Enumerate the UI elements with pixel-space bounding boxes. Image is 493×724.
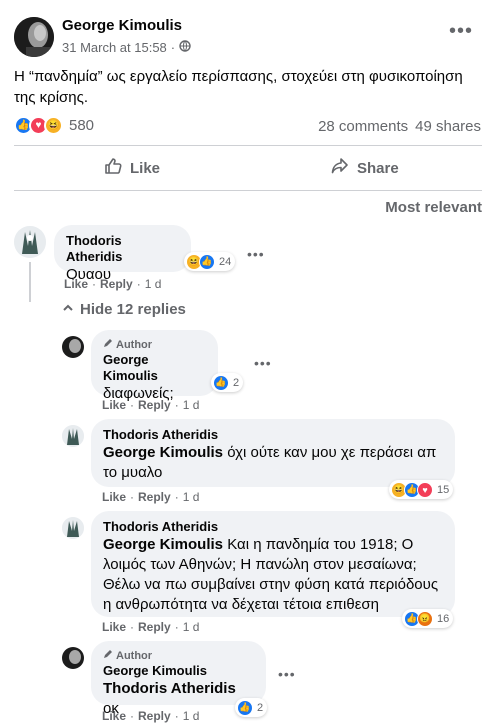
comment-bubble: Thodoris Atheridis George Kimoulis όχι ο… [91, 419, 455, 487]
divider [14, 190, 482, 191]
comment-like-button[interactable]: Like [102, 709, 126, 723]
like-thumb-icon [104, 157, 122, 179]
comment-reaction-count: 2 [233, 376, 240, 389]
share-arrow-icon [331, 157, 349, 179]
comment-reply-button[interactable]: Reply [138, 398, 171, 412]
pencil-icon [103, 649, 113, 663]
comment-reply-button[interactable]: Reply [138, 620, 171, 634]
comment-bubble: Author George Kimoulis διαφωνείς; [91, 330, 218, 402]
author-tag: Author [103, 338, 206, 352]
shares-count[interactable]: 49 shares [415, 118, 481, 135]
post-date[interactable]: 31 March at 15:58 [62, 40, 167, 55]
thread-line [29, 262, 31, 302]
comment-text: George Kimoulis Και η πανδημία του 1918;… [103, 535, 443, 615]
commenter-name[interactable]: George Kimoulis [103, 352, 206, 384]
divider [14, 145, 482, 146]
haha-reaction-icon: 😆 [44, 116, 63, 135]
chevron-up-icon [62, 301, 74, 318]
comment-time[interactable]: 1 d [183, 709, 200, 723]
like-button[interactable]: Like [104, 154, 160, 182]
post-stats: 28 comments 49 shares [318, 118, 481, 135]
comment-reaction-count: 24 [219, 255, 232, 268]
comment-reactions[interactable]: 😆 👍 ♥ 15 [389, 480, 454, 499]
commenter-avatar[interactable] [62, 425, 84, 447]
comment-actions: Like · Reply · 1 d [64, 277, 162, 291]
commenter-avatar[interactable] [62, 336, 84, 358]
comment-bubble: Author George Kimoulis Thodoris Atheridi… [91, 641, 266, 717]
like-reaction-icon: 👍 [213, 374, 229, 391]
more-dots-icon[interactable]: ••• [247, 247, 265, 261]
comment-actions: Like · Reply · 1 d [102, 620, 200, 634]
more-dots-icon[interactable]: ••• [449, 21, 473, 41]
comment-reaction-count: 16 [437, 612, 450, 625]
commenter-name[interactable]: George Kimoulis [103, 663, 254, 679]
pencil-icon [103, 338, 113, 352]
like-label: Like [130, 159, 161, 177]
commenter-name[interactable]: Thodoris Atheridis [103, 519, 443, 535]
mention[interactable]: George Kimoulis [103, 536, 223, 553]
comment-reactions[interactable]: 👍 2 [211, 373, 244, 392]
comment-reply-button[interactable]: Reply [138, 709, 171, 723]
hide-replies-label: Hide 12 replies [80, 301, 186, 318]
meta-separator: · [170, 40, 176, 55]
comment-like-button[interactable]: Like [102, 620, 126, 634]
love-reaction-icon: ♥ [417, 481, 433, 498]
share-label: Share [357, 159, 399, 177]
sort-comments-button[interactable]: Most relevant [385, 199, 482, 216]
comment-reaction-count: 2 [257, 701, 264, 714]
comment-reactions[interactable]: 👍 😠 16 [402, 609, 454, 628]
comment-reactions[interactable]: 😆 👍 24 [184, 252, 236, 271]
mention[interactable]: George Kimoulis [103, 444, 223, 461]
comment-reply-button[interactable]: Reply [100, 277, 133, 291]
comment-reaction-count: 15 [437, 483, 450, 496]
comments-count[interactable]: 28 comments [318, 118, 408, 135]
hide-replies-button[interactable]: Hide 12 replies [62, 301, 186, 318]
commenter-avatar[interactable] [62, 647, 84, 669]
comment-reactions[interactable]: 👍 2 [235, 698, 268, 717]
post-author-avatar[interactable] [14, 17, 54, 57]
comment-actions: Like · Reply · 1 d [102, 398, 200, 412]
share-button[interactable]: Share [331, 154, 399, 182]
comment-like-button[interactable]: Like [64, 277, 88, 291]
comment-time[interactable]: 1 d [145, 277, 162, 291]
comment-time[interactable]: 1 d [183, 620, 200, 634]
comment-reply-button[interactable]: Reply [138, 490, 171, 504]
more-dots-icon[interactable]: ••• [254, 356, 272, 370]
comment-like-button[interactable]: Like [102, 490, 126, 504]
author-tag-label: Author [116, 339, 153, 351]
comment-actions: Like · Reply · 1 d [102, 709, 200, 723]
comment-actions: Like · Reply · 1 d [102, 490, 200, 504]
reaction-count: 580 [69, 117, 95, 134]
comment-time[interactable]: 1 d [183, 398, 200, 412]
post-reactions[interactable]: 👍 ♥ 😆 580 [14, 116, 94, 135]
comment-like-button[interactable]: Like [102, 398, 126, 412]
comment-bubble: Thodoris Atheridis Ουαου [54, 225, 191, 283]
commenter-avatar[interactable] [14, 226, 46, 258]
author-tag-label: Author [116, 650, 153, 662]
commenter-name[interactable]: Thodoris Atheridis [66, 233, 179, 265]
comment-time[interactable]: 1 d [183, 490, 200, 504]
angry-reaction-icon: 😠 [417, 610, 433, 627]
post-author-name[interactable]: George Kimoulis [62, 17, 182, 34]
mention[interactable]: Thodoris Atheridis [103, 680, 236, 697]
commenter-avatar[interactable] [62, 517, 84, 539]
post-meta: 31 March at 15:58 · [62, 40, 191, 55]
more-dots-icon[interactable]: ••• [278, 667, 296, 681]
commenter-name[interactable]: Thodoris Atheridis [103, 427, 443, 443]
comment-text: George Kimoulis όχι ούτε καν μου χε περά… [103, 443, 443, 483]
author-tag: Author [103, 649, 254, 663]
like-reaction-icon: 👍 [237, 699, 253, 716]
globe-icon [179, 40, 191, 55]
post-text: Η “πανδημία” ως εργαλείο περίσπασης, στο… [14, 68, 463, 106]
like-reaction-icon: 👍 [199, 253, 215, 270]
comment-bubble: Thodoris Atheridis George Kimoulis Και η… [91, 511, 455, 617]
